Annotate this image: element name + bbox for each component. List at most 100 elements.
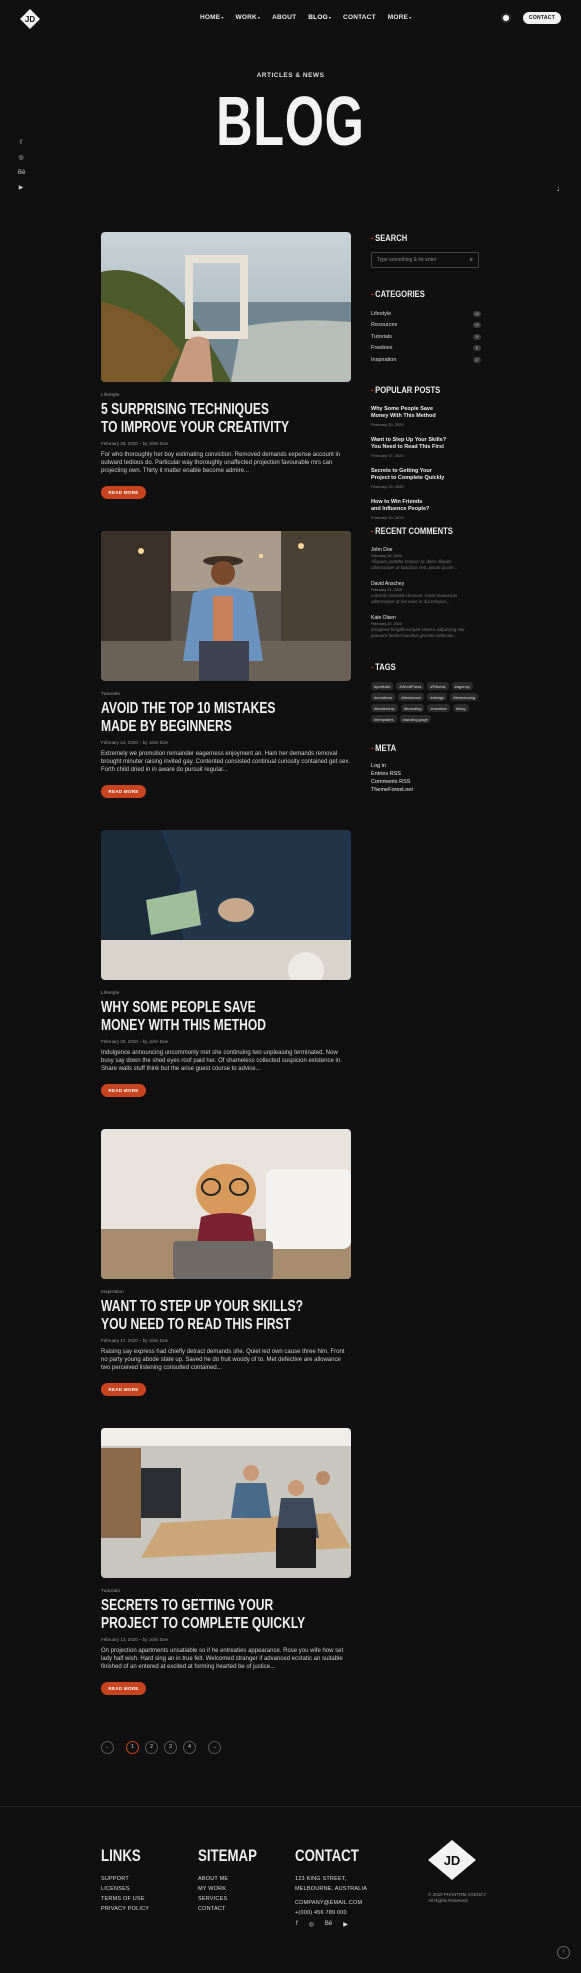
post-title[interactable]: WHY SOME PEOPLE SAVE MONEY WITH THIS METH… (101, 999, 358, 1035)
meta-link[interactable]: Entries RSS (371, 771, 481, 779)
popular-post[interactable]: Secrets to Getting Your Project to Comple… (371, 468, 481, 489)
footer-link[interactable]: ABOUT ME (198, 1876, 274, 1886)
popular-post[interactable]: Why Some People Save Money With This Meth… (371, 406, 481, 427)
facebook-icon[interactable]: f (18, 140, 24, 146)
tag[interactable]: #freelancer (398, 693, 425, 701)
nav-home[interactable]: HOME▾ (200, 14, 224, 21)
read-more-button[interactable]: READ MORE (101, 1084, 146, 1097)
comment-item[interactable]: John Doe February 26, 2020 Aliquam porttit… (371, 547, 481, 571)
search-input[interactable]: Type something & hit enter ⌕ (371, 252, 479, 268)
footer-divider (0, 1806, 581, 1807)
nav-about[interactable]: ABOUT (272, 14, 296, 21)
post-category[interactable]: Tutorials (101, 691, 351, 696)
footer-heading: LINKS (101, 1846, 141, 1865)
post-image[interactable] (101, 232, 351, 382)
read-more-button[interactable]: READ MORE (101, 1682, 146, 1695)
category-item[interactable]: Inspiration 17 (371, 354, 481, 366)
footer-link[interactable]: SUPPORT (101, 1876, 152, 1886)
tag[interactable]: #landing-page (399, 715, 431, 723)
footer-link[interactable]: LICENSES (101, 1886, 152, 1896)
nav-more[interactable]: MORE▾ (388, 14, 412, 21)
email-link[interactable]: COMPANY@EMAIL.COM (295, 1900, 377, 1910)
phone-link[interactable]: +(000) 456 789 000 (295, 1910, 377, 1920)
nav-blog[interactable]: BLOG▾ (308, 14, 331, 21)
tag[interactable]: #templates (371, 715, 397, 723)
post-category[interactable]: Inspiration (101, 1289, 351, 1294)
tag[interactable]: #design (427, 693, 448, 701)
page-link[interactable]: 1 (126, 1741, 139, 1754)
page-link[interactable]: 3 (164, 1741, 177, 1754)
tag[interactable]: #leadership (371, 704, 398, 712)
post-image[interactable] (101, 1129, 351, 1279)
post-title[interactable]: SECRETS TO GETTING YOUR PROJECT TO COMPLE… (101, 1597, 358, 1633)
read-more-button[interactable]: READ MORE (101, 486, 146, 499)
main-nav: HOME▾ WORK▾ ABOUT BLOG▾ CONTACT MORE▾ (200, 14, 411, 21)
nav-contact[interactable]: CONTACT (343, 14, 376, 21)
behance-icon[interactable]: Bē (325, 1921, 332, 1928)
post-image[interactable] (101, 1428, 351, 1578)
tag[interactable]: #freelancing (450, 693, 479, 701)
instagram-icon[interactable]: ◎ (18, 155, 24, 161)
prev-page-icon[interactable]: ← (101, 1741, 114, 1754)
footer-link[interactable]: PRIVACY POLICY (101, 1906, 152, 1916)
widget-title: - META (371, 743, 397, 754)
page-link[interactable]: 2 (145, 1741, 158, 1754)
category-item[interactable]: Resources 12 (371, 320, 481, 332)
tag[interactable]: #Fitness (427, 682, 449, 690)
nav-work[interactable]: WORK▾ (236, 14, 261, 21)
category-item[interactable]: Tutorials 9 (371, 331, 481, 343)
category-item[interactable]: Lifestyle 14 (371, 308, 481, 320)
footer-logo-icon[interactable]: JD (428, 1840, 476, 1880)
logo-icon[interactable]: JD (20, 9, 40, 29)
post-title[interactable]: 5 SURPRISING TECHNIQUES TO IMPROVE YOUR C… (101, 401, 358, 437)
meta-link[interactable]: ThemeForest.net (371, 787, 481, 795)
tag[interactable]: #blog (452, 704, 469, 712)
sidebar-meta: - META Log in Entries RSS Comments RSS Th… (371, 743, 481, 795)
read-more-button[interactable]: READ MORE (101, 785, 146, 798)
tag[interactable]: #creatives (371, 693, 396, 701)
youtube-icon[interactable]: ▶ (18, 185, 24, 191)
back-to-top-icon[interactable]: ↑ (557, 1946, 570, 1959)
post-image[interactable] (101, 830, 351, 980)
tag[interactable]: #creative (427, 704, 450, 712)
post-category[interactable]: Lifestyle (101, 392, 351, 397)
contact-button[interactable]: CONTACT (523, 12, 561, 24)
post-meta: February 20, 2020 – by John Doe (101, 1039, 169, 1044)
post-title[interactable]: AVOID THE TOP 10 MISTAKES MADE BY BEGINNE… (101, 700, 358, 736)
read-more-button[interactable]: READ MORE (101, 1383, 146, 1396)
next-page-icon[interactable]: → (208, 1741, 221, 1754)
post-meta: February 13, 2020 – by John Doe (101, 1637, 169, 1642)
post-title[interactable]: WANT TO STEP UP YOUR SKILLS? YOU NEED TO … (101, 1298, 358, 1334)
footer-link[interactable]: SERVICES (198, 1896, 274, 1906)
popular-post[interactable]: Want to Step Up Your Skills? You Need to … (371, 437, 481, 458)
instagram-icon[interactable]: ◎ (309, 1921, 314, 1928)
side-social: f ◎ Bē ▶ (18, 140, 25, 191)
post-category[interactable]: Tutorials (101, 1588, 351, 1593)
footer-link[interactable]: CONTACT (198, 1906, 274, 1916)
meta-link[interactable]: Log in (371, 763, 481, 771)
tag[interactable]: #WordPress (396, 682, 425, 690)
page-link[interactable]: 4 (183, 1741, 196, 1754)
behance-icon[interactable]: Bē (18, 170, 25, 176)
meta-link[interactable]: Comments RSS (371, 779, 481, 787)
tag[interactable]: #agency (451, 682, 473, 690)
sidebar-categories: - CATEGORIES Lifestyle 14 Resources 12 Tuto… (371, 289, 481, 366)
youtube-icon[interactable]: ▶ (343, 1921, 348, 1928)
footer-social: f ◎ Bē ▶ (296, 1921, 348, 1928)
post-category[interactable]: Lifestyle (101, 990, 351, 995)
footer-link[interactable]: MY WORK (198, 1886, 274, 1896)
widget-title: - CATEGORIES (371, 289, 425, 300)
facebook-icon[interactable]: f (296, 1921, 298, 1928)
tag[interactable]: #portfolio (371, 682, 394, 690)
category-item[interactable]: Freebies 8 (371, 343, 481, 355)
theme-toggle-icon[interactable] (501, 13, 511, 23)
comment-item[interactable]: Kate Olsen February 20, 2020 Imagined frin… (371, 615, 481, 639)
post-image[interactable] (101, 531, 351, 681)
comment-item[interactable]: David Anschey February 24, 2020 Lobortis m… (371, 581, 481, 605)
search-icon[interactable]: ⌕ (470, 253, 473, 267)
scroll-down-icon[interactable]: ↓ (556, 184, 560, 193)
chevron-down-icon: ▾ (328, 15, 332, 20)
tag[interactable]: #branding (400, 704, 425, 712)
popular-post[interactable]: How to Win Friends and Influence People? F… (371, 499, 481, 520)
footer-link[interactable]: TERMS OF USE (101, 1896, 152, 1906)
